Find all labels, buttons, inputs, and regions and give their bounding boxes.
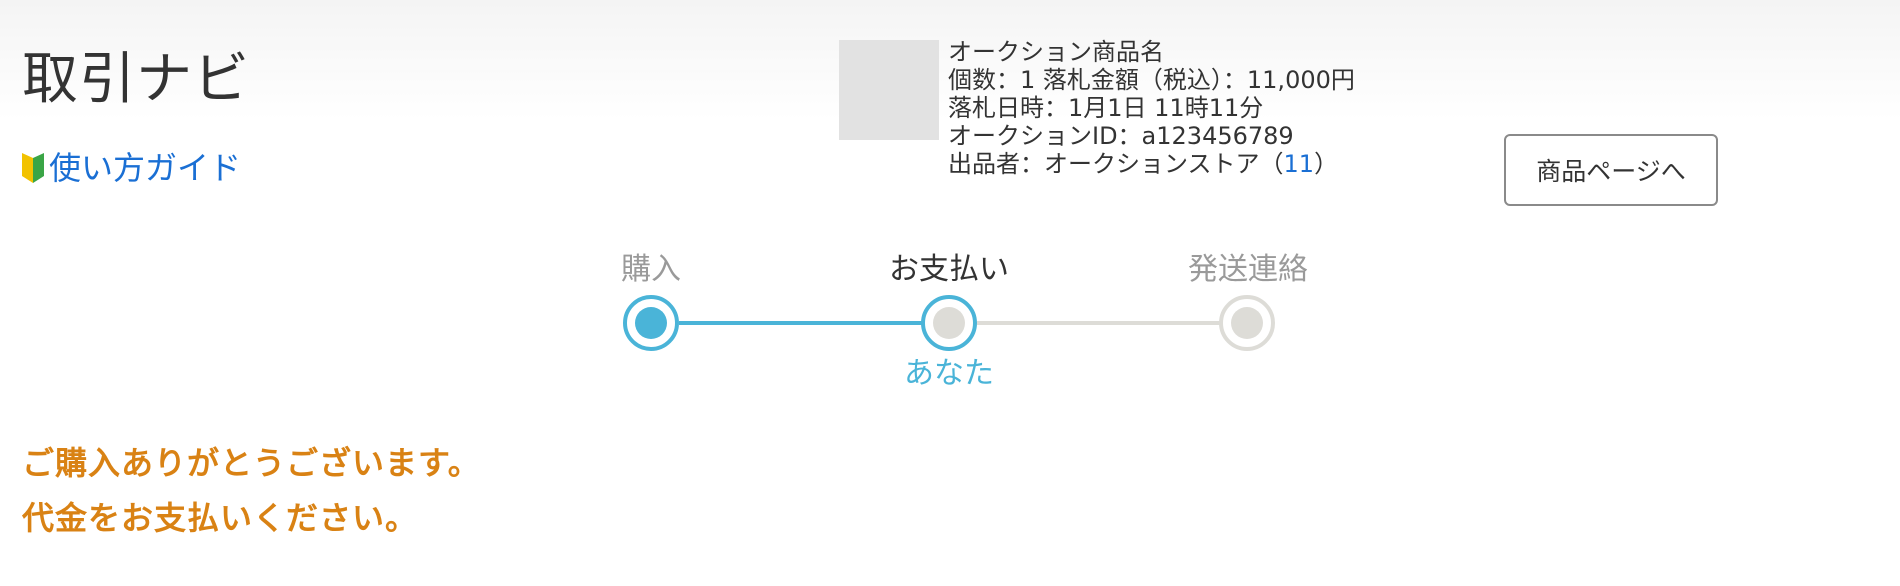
step-dot-current [933,307,965,339]
status-message: ご購入ありがとうございます。 代金をお支払いください。 [22,436,481,546]
status-message-line-1: ご購入ありがとうございます。 [22,444,481,482]
step-current-actor: あなた [904,356,994,391]
status-message-line-2: 代金をお支払いください。 [22,499,419,537]
step-label-payment: お支払い [889,252,1009,287]
step-connector-2 [977,321,1223,325]
step-node-payment [921,295,977,351]
step-dot-complete [635,307,667,339]
trade-navi-page: 取引ナビ 使い方ガイド オークション商品名 個数：1 落札金額（税込）：11,0… [0,0,1900,586]
step-node-shipping [1219,295,1275,351]
step-label-shipping: 発送連絡 [1188,252,1308,287]
step-node-purchase [623,295,679,351]
step-dot-pending [1231,307,1263,339]
step-label-purchase: 購入 [621,252,681,287]
progress-stepper: 購入 お支払い 発送連絡 あなた [0,0,1900,420]
step-connector-1 [679,321,925,325]
